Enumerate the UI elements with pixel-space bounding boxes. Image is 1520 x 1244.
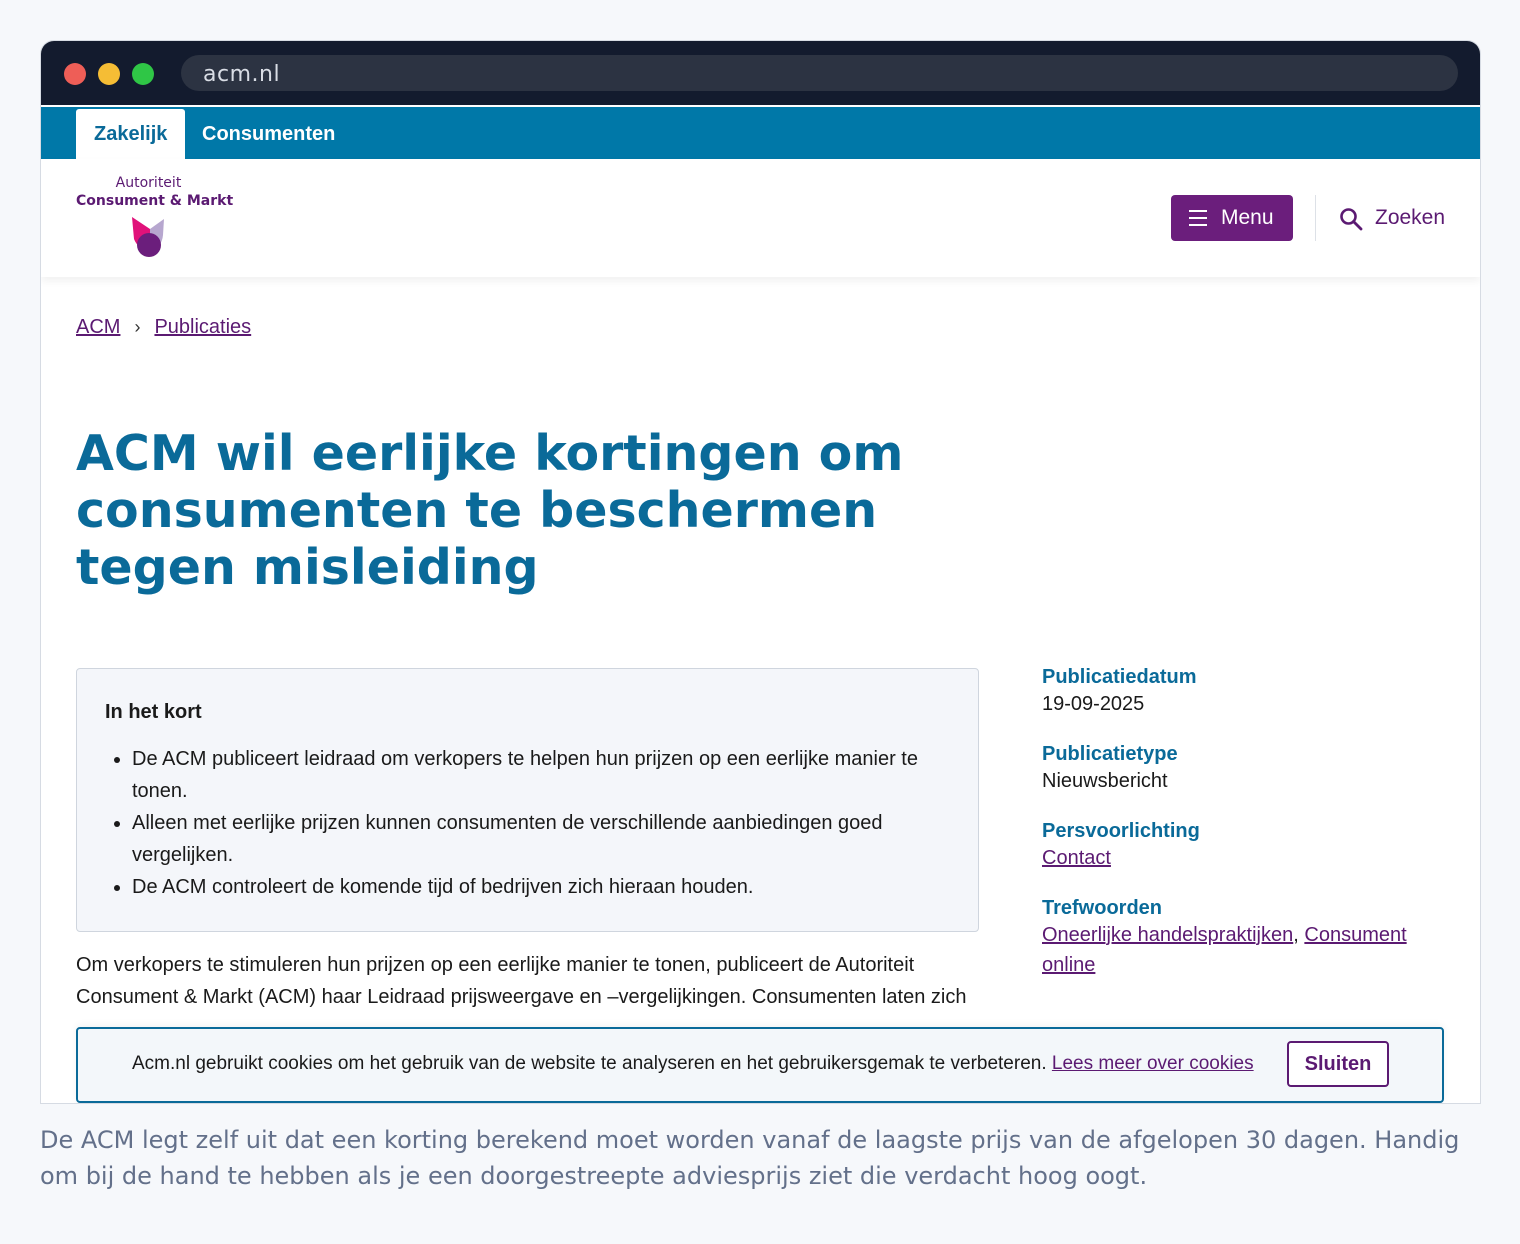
acm-logo[interactable]: Autoriteit Consument & Markt — [76, 175, 234, 265]
type-value: Nieuwsbericht — [1042, 770, 1168, 792]
search-button-label: Zoeken — [1375, 206, 1446, 229]
keywords-value: Oneerlijke handelspraktijken, Consument … — [1042, 924, 1407, 976]
breadcrumb: ACM › Publicaties — [76, 316, 251, 339]
date-value: 19-09-2025 — [1042, 693, 1145, 715]
audience-nav: Zakelijk Consumenten — [41, 107, 1480, 159]
logo-mark-icon — [132, 217, 164, 257]
summary-list: De ACM publiceert leidraad om verkopers … — [132, 743, 932, 903]
summary-item: De ACM publiceert leidraad om verkopers … — [132, 743, 932, 807]
search-icon — [1340, 208, 1363, 231]
address-bar-url: acm.nl — [203, 62, 281, 87]
article-body: Om verkopers te stimuleren hun prijzen o… — [76, 954, 967, 1008]
chevron-right-icon: › — [134, 317, 141, 337]
site-header: Autoriteit Consument & Markt Menu Zoeken — [41, 159, 1480, 277]
browser-window: acm.nl Zakelijk Consumenten Autoriteit C… — [40, 40, 1481, 1104]
minimize-window-button[interactable] — [98, 63, 120, 85]
browser-titlebar: acm.nl — [41, 41, 1480, 105]
keyword-link[interactable]: Oneerlijke handelspraktijken — [1042, 924, 1293, 946]
menu-button-label: Menu — [1221, 206, 1274, 229]
menu-button[interactable]: Menu — [1171, 195, 1293, 241]
tab-consumenten[interactable]: Consumenten — [184, 109, 353, 159]
summary-box: In het kort De ACM publiceert leidraad o… — [76, 668, 979, 932]
page-title: ACM wil eerlijke kortingen om consumente… — [76, 425, 904, 596]
maximize-window-button[interactable] — [132, 63, 154, 85]
publication-meta: Publicatiedatum 19-09-2025 Publicatietyp… — [1042, 666, 1422, 1004]
search-button[interactable]: Zoeken — [1337, 195, 1449, 241]
cookie-info-link[interactable]: Lees meer over cookies — [1052, 1053, 1254, 1074]
summary-item: Alleen met eerlijke prijzen kunnen consu… — [132, 807, 932, 871]
contact-link[interactable]: Contact — [1042, 847, 1111, 869]
breadcrumb-acm[interactable]: ACM — [76, 316, 120, 338]
header-divider — [1315, 195, 1316, 241]
cookie-message: Acm.nl gebruikt cookies om het gebruik v… — [132, 1053, 1254, 1075]
date-label: Publicatiedatum — [1042, 666, 1197, 688]
press-label: Persvoorlichting — [1042, 820, 1200, 842]
hamburger-icon — [1189, 210, 1207, 226]
logo-line-2: Consument & Markt — [76, 193, 234, 209]
cookie-text: Acm.nl gebruikt cookies om het gebruik v… — [132, 1053, 1047, 1074]
address-bar[interactable]: acm.nl — [181, 55, 1458, 91]
summary-item: De ACM controleert de komende tijd of be… — [132, 871, 932, 903]
screenshot-caption: De ACM legt zelf uit dat een korting ber… — [40, 1126, 1460, 1190]
keywords-label: Trefwoorden — [1042, 897, 1163, 919]
cookie-close-button[interactable]: Sluiten — [1287, 1041, 1389, 1087]
tab-zakelijk[interactable]: Zakelijk — [76, 109, 186, 159]
summary-heading: In het kort — [105, 701, 202, 723]
close-window-button[interactable] — [64, 63, 86, 85]
press-value: Contact — [1042, 843, 1422, 873]
cookie-banner: Acm.nl gebruikt cookies om het gebruik v… — [76, 1027, 1444, 1103]
breadcrumb-publicaties[interactable]: Publicaties — [154, 316, 251, 338]
logo-line-1: Autoriteit — [115, 175, 182, 191]
type-label: Publicatietype — [1042, 743, 1178, 765]
